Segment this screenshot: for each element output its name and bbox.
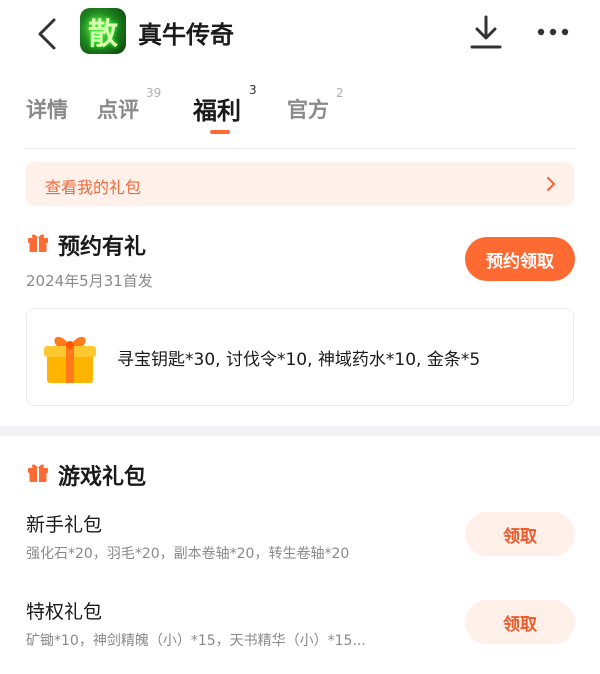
section-separator <box>0 426 600 436</box>
app-icon: 散 <box>80 8 126 54</box>
reservation-reward-card: 寻宝钥匙*30, 讨伐令*10, 神域药水*10, 金条*5 <box>26 308 574 406</box>
tab-label: 官方 <box>287 98 329 122</box>
tab-details[interactable]: 详情 <box>26 94 68 124</box>
reservation-title: 预约有礼 <box>58 235 147 260</box>
gift-icon <box>28 464 48 482</box>
tab-reviews[interactable]: 点评 39 <box>97 86 161 124</box>
view-my-gifts-label: 查看我的礼包 <box>45 178 142 197</box>
pack-name: 特权礼包 <box>26 601 103 623</box>
tab-benefits[interactable]: 福利 3 <box>193 83 257 126</box>
release-date: 2024年5月31首发 <box>26 272 153 290</box>
gift-icon <box>28 234 48 252</box>
game-gifts-title: 游戏礼包 <box>58 465 147 490</box>
gift-box-icon <box>44 336 96 383</box>
chevron-right-icon <box>546 176 556 192</box>
tab-count: 2 <box>336 86 344 100</box>
divider <box>26 148 574 149</box>
top-bar: 散 真牛传奇 <box>0 0 600 70</box>
app-title: 真牛传奇 <box>138 21 234 49</box>
claim-button[interactable]: 领取 <box>465 600 575 644</box>
view-my-gifts-bar[interactable]: 查看我的礼包 <box>26 162 574 206</box>
active-tab-indicator <box>210 130 230 134</box>
tab-official[interactable]: 官方 2 <box>287 86 344 124</box>
pack-name: 新手礼包 <box>26 514 103 536</box>
back-arrow-icon[interactable] <box>30 14 66 54</box>
tab-label: 详情 <box>26 98 68 122</box>
tab-label: 福利 <box>193 97 241 125</box>
reserve-claim-button[interactable]: 预约领取 <box>465 237 575 281</box>
pack-items: 矿锄*10，神剑精魄（小）*15，天书精华（小）*15... <box>26 633 366 649</box>
tab-bar: 详情 点评 39 福利 3 官方 2 <box>0 78 600 148</box>
download-icon[interactable] <box>468 14 504 52</box>
claim-button[interactable]: 领取 <box>465 512 575 556</box>
tab-count: 3 <box>249 83 257 97</box>
app-icon-glyph: 散 <box>88 17 118 52</box>
pack-items: 强化石*20，羽毛*20，副本卷轴*20，转生卷轴*20 <box>26 546 350 562</box>
more-dots-icon[interactable] <box>534 16 572 48</box>
reward-items: 寻宝钥匙*30, 讨伐令*10, 神域药水*10, 金条*5 <box>117 350 481 370</box>
tab-count: 39 <box>146 86 162 100</box>
tab-label: 点评 <box>97 98 139 122</box>
